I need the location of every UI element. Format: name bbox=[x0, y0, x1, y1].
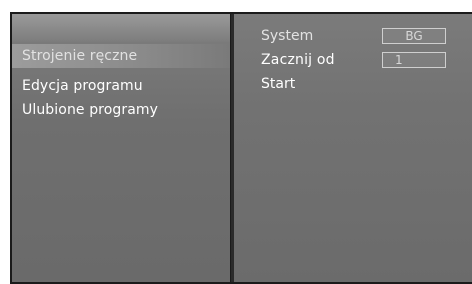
start-from-label: Zacznij od bbox=[261, 52, 335, 68]
left-panel-header-strip bbox=[12, 14, 230, 42]
menu-item-favorite-programs[interactable]: Ulubione programy bbox=[22, 102, 158, 118]
system-value-box[interactable]: BG bbox=[382, 28, 446, 44]
menu-left-panel: Strojenie ręczne Edycja programu Ulubion… bbox=[12, 14, 230, 282]
menu-item-manual-tuning[interactable]: Strojenie ręczne bbox=[22, 48, 137, 64]
system-label: System bbox=[261, 28, 314, 44]
start-button[interactable]: Start bbox=[261, 76, 295, 92]
tv-menu-screen: Strojenie ręczne Edycja programu Ulubion… bbox=[10, 12, 472, 284]
start-from-value-box[interactable]: 1 bbox=[382, 52, 446, 68]
settings-right-panel: System BG Zacznij od 1 Start bbox=[234, 14, 472, 282]
menu-item-program-edit[interactable]: Edycja programu bbox=[22, 78, 143, 94]
